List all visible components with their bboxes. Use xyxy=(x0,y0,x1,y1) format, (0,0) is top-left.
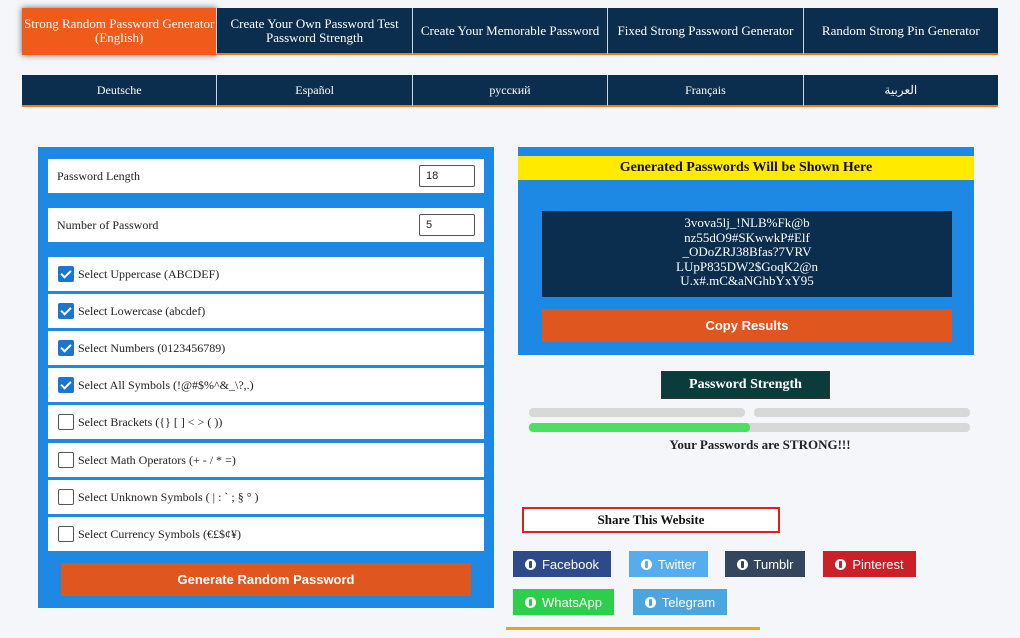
option-label: Select Math Operators (+ - / * =) xyxy=(78,452,236,467)
share-label: Twitter xyxy=(657,556,697,572)
results-panel: Generated Passwords Will be Shown Here 3… xyxy=(518,147,974,355)
whatsapp-icon xyxy=(525,596,536,608)
password-length-row: Password Length 18 xyxy=(48,159,484,193)
generate-password-button[interactable]: Generate Random Password xyxy=(61,563,471,596)
password-settings-panel: Password Length 18 Number of Password 5 … xyxy=(38,147,494,608)
strength-message: Your Passwords are STRONG!!! xyxy=(669,437,851,452)
password-length-label: Password Length xyxy=(57,168,140,183)
option-math-operators[interactable]: Select Math Operators (+ - / * =) xyxy=(48,443,484,477)
password-length-input[interactable]: 18 xyxy=(419,165,475,187)
password-output[interactable]: 3vova5lj_!NLB%Fk@b nz55dO9#SKwwkP#Elf _O… xyxy=(542,211,952,297)
share-label: WhatsApp xyxy=(542,594,602,610)
share-label: Tumblr xyxy=(753,556,794,572)
twitter-icon xyxy=(640,558,652,570)
option-label: Select Brackets ({} [ ] < > ( )) xyxy=(78,414,223,429)
uppercase-checkbox[interactable] xyxy=(58,266,74,282)
math-operators-checkbox[interactable] xyxy=(58,452,74,468)
brackets-checkbox[interactable] xyxy=(58,414,74,430)
option-label: Select Unknown Symbols ( | : ` ; § ° ) xyxy=(78,489,259,504)
lowercase-checkbox[interactable] xyxy=(58,303,74,319)
strength-bar-track-2 xyxy=(754,408,970,417)
tumblr-icon xyxy=(736,558,748,570)
nav-item-pin-generator[interactable]: Random Strong Pin Generator xyxy=(803,8,999,55)
option-numbers[interactable]: Select Numbers (0123456789) xyxy=(48,331,484,365)
option-uppercase[interactable]: Select Uppercase (ABCDEF) xyxy=(48,257,484,291)
strength-meter-fill xyxy=(529,423,750,432)
pinterest-icon xyxy=(835,558,847,570)
share-label: Facebook xyxy=(541,556,600,572)
number-of-passwords-label: Number of Password xyxy=(57,217,159,232)
facebook-icon xyxy=(524,558,536,570)
lang-item-russian[interactable]: русский xyxy=(412,75,609,107)
password-line: nz55dO9#SKwwkP#Elf xyxy=(684,229,810,245)
password-strength-title: Password Strength xyxy=(661,371,830,399)
share-pinterest-button[interactable]: Pinterest xyxy=(823,551,916,577)
telegram-icon xyxy=(644,596,656,608)
language-nav: Deutsche Español русский Français العربي… xyxy=(22,75,999,107)
nav-item-fixed-strong-generator[interactable]: Fixed Strong Password Generator xyxy=(608,8,804,55)
option-currency-symbols[interactable]: Select Currency Symbols (€£$¢¥) xyxy=(48,517,484,551)
currency-symbols-checkbox[interactable] xyxy=(58,526,74,542)
option-label: Select Currency Symbols (€£$¢¥) xyxy=(78,526,241,541)
lang-item-french[interactable]: Français xyxy=(608,75,804,107)
password-line: LUpP835DW2$GoqK2@n xyxy=(676,258,818,274)
password-line: U.x#.mC&aNGhbYxY95 xyxy=(680,273,814,288)
share-facebook-button[interactable]: Facebook xyxy=(513,551,611,577)
symbols-checkbox[interactable] xyxy=(58,377,74,393)
password-line: _ODoZRJ38Bfas?7VRV xyxy=(682,244,812,259)
nav-item-strong-random-generator[interactable]: Strong Random Password Generator (Englis… xyxy=(22,8,218,55)
lang-item-spanish[interactable]: Español xyxy=(217,75,413,107)
divider xyxy=(506,627,760,630)
number-of-passwords-input[interactable]: 5 xyxy=(419,214,475,236)
unknown-symbols-checkbox[interactable] xyxy=(58,489,74,505)
share-twitter-button[interactable]: Twitter xyxy=(629,551,708,577)
results-banner: Generated Passwords Will be Shown Here xyxy=(518,156,974,180)
option-unknown-symbols[interactable]: Select Unknown Symbols ( | : ` ; § ° ) xyxy=(48,480,484,514)
share-label: Pinterest xyxy=(852,556,904,572)
main-nav: Strong Random Password Generator (Englis… xyxy=(22,8,999,55)
option-symbols[interactable]: Select All Symbols (!@#$%^&_\?,.) xyxy=(48,368,484,402)
option-lowercase[interactable]: Select Lowercase (abcdef) xyxy=(48,294,484,328)
strength-bar-track-1 xyxy=(529,408,745,417)
option-label: Select Lowercase (abcdef) xyxy=(78,303,206,318)
option-label: Select All Symbols (!@#$%^&_\?,.) xyxy=(78,377,254,392)
share-title: Share This Website xyxy=(522,507,780,533)
lang-item-arabic[interactable]: العربية xyxy=(803,75,999,107)
copy-results-button[interactable]: Copy Results xyxy=(542,309,952,342)
lang-item-german[interactable]: Deutsche xyxy=(22,75,218,107)
share-whatsapp-button[interactable]: WhatsApp xyxy=(513,589,614,615)
option-brackets[interactable]: Select Brackets ({} [ ] < > ( )) xyxy=(48,405,484,439)
numbers-checkbox[interactable] xyxy=(58,340,74,356)
nav-item-memorable-password[interactable]: Create Your Memorable Password xyxy=(412,8,609,55)
share-tumblr-button[interactable]: Tumblr xyxy=(725,551,805,577)
share-label: Telegram xyxy=(661,594,716,610)
option-label: Select Numbers (0123456789) xyxy=(78,340,226,355)
number-of-passwords-row: Number of Password 5 xyxy=(48,208,484,242)
share-telegram-button[interactable]: Telegram xyxy=(633,589,727,615)
password-line: 3vova5lj_!NLB%Fk@b xyxy=(684,215,810,230)
nav-item-create-own-password[interactable]: Create Your Own Password Test Password S… xyxy=(217,8,413,55)
option-label: Select Uppercase (ABCDEF) xyxy=(78,266,220,281)
